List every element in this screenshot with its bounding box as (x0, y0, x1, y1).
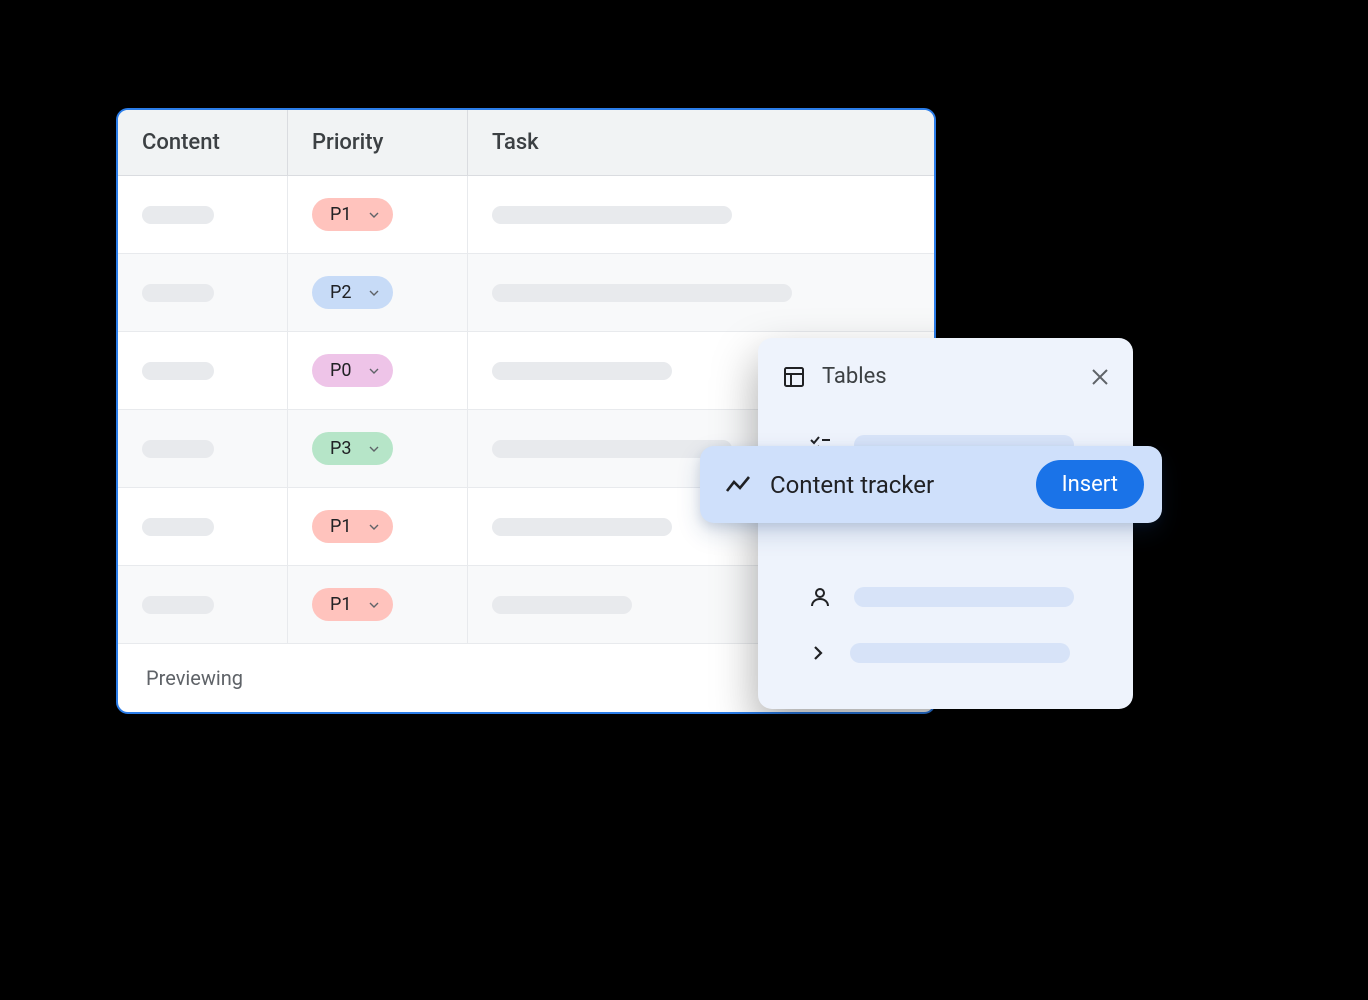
chevron-down-icon (369, 368, 379, 374)
person-icon (808, 585, 832, 609)
chevron-down-icon (369, 446, 379, 452)
skeleton-placeholder (492, 518, 672, 536)
skeleton-placeholder (142, 284, 214, 302)
chevron-down-icon (369, 524, 379, 530)
table-row: P1 (118, 176, 934, 254)
priority-chip[interactable]: P0 (312, 354, 393, 387)
chevron-right-icon (808, 643, 828, 663)
selected-template-label: Content tracker (770, 471, 1018, 499)
cell-priority: P1 (288, 566, 468, 643)
column-header-task: Task (468, 110, 934, 175)
skeleton-placeholder (492, 596, 632, 614)
table-header-row: Content Priority Task (118, 110, 934, 176)
table-row: P2 (118, 254, 934, 332)
cell-content (118, 176, 288, 253)
priority-chip-label: P3 (330, 438, 351, 459)
skeleton-placeholder (854, 587, 1074, 607)
priority-chip-label: P1 (330, 516, 351, 537)
cell-task (468, 254, 934, 331)
priority-chip-label: P1 (330, 594, 351, 615)
cell-task (468, 176, 934, 253)
trend-line-icon (724, 471, 752, 499)
cell-content (118, 488, 288, 565)
priority-chip-label: P2 (330, 282, 351, 303)
skeleton-placeholder (142, 362, 214, 380)
priority-chip-label: P0 (330, 360, 351, 381)
close-icon[interactable] (1091, 368, 1109, 386)
cell-priority: P1 (288, 488, 468, 565)
cell-priority: P2 (288, 254, 468, 331)
column-header-priority: Priority (288, 110, 468, 175)
cell-priority: P3 (288, 410, 468, 487)
chevron-down-icon (369, 602, 379, 608)
panel-template-item[interactable] (782, 625, 1109, 681)
panel-template-item-selected[interactable]: Content tracker Insert (700, 446, 1162, 523)
priority-chip[interactable]: P1 (312, 510, 393, 543)
table-grid-icon (782, 365, 806, 389)
skeleton-placeholder (142, 596, 214, 614)
skeleton-placeholder (850, 643, 1070, 663)
skeleton-placeholder (142, 206, 214, 224)
cell-priority: P0 (288, 332, 468, 409)
skeleton-placeholder (142, 440, 214, 458)
panel-template-item[interactable] (782, 569, 1109, 625)
priority-chip-label: P1 (330, 204, 351, 225)
skeleton-placeholder (492, 206, 732, 224)
panel-title-wrap: Tables (782, 364, 887, 389)
cell-content (118, 566, 288, 643)
chevron-down-icon (369, 290, 379, 296)
chevron-down-icon (369, 212, 379, 218)
skeleton-placeholder (142, 518, 214, 536)
panel-header: Tables (782, 364, 1109, 389)
insert-button[interactable]: Insert (1036, 460, 1144, 509)
skeleton-placeholder (492, 440, 732, 458)
skeleton-placeholder (492, 362, 672, 380)
panel-title: Tables (822, 364, 887, 389)
priority-chip[interactable]: P2 (312, 276, 393, 309)
column-header-content: Content (118, 110, 288, 175)
cell-priority: P1 (288, 176, 468, 253)
cell-content (118, 332, 288, 409)
cell-content (118, 410, 288, 487)
skeleton-placeholder (492, 284, 792, 302)
priority-chip[interactable]: P1 (312, 198, 393, 231)
priority-chip[interactable]: P3 (312, 432, 393, 465)
cell-content (118, 254, 288, 331)
tables-panel: Tables (758, 338, 1133, 709)
priority-chip[interactable]: P1 (312, 588, 393, 621)
